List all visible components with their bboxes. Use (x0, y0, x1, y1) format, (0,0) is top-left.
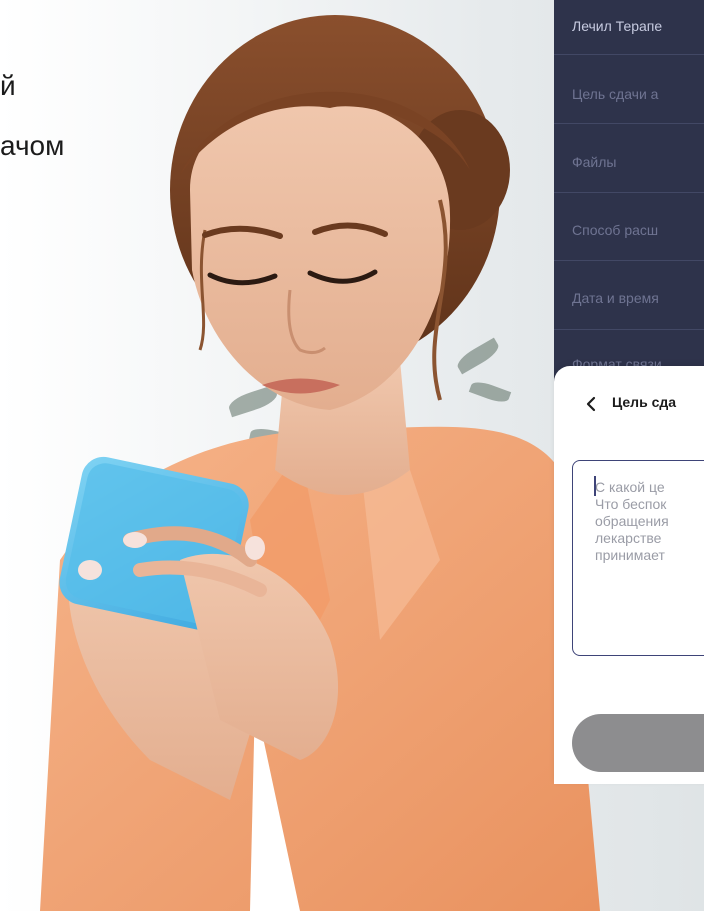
submit-button[interactable] (572, 714, 704, 772)
form-row-decoding-method[interactable]: Способ расш (572, 222, 704, 238)
form-row-date-time[interactable]: Дата и время (572, 290, 704, 306)
divider (554, 192, 704, 193)
purpose-textarea[interactable]: С какой це Что беспок обращения лекарств… (572, 460, 704, 656)
appointment-form-panel: Лечил Терапе Цель сдачи а Файлы Способ р… (554, 0, 704, 386)
purpose-bottom-sheet: Цель сда С какой це Что беспок обращения… (554, 366, 704, 784)
divider (554, 260, 704, 261)
divider (554, 329, 704, 330)
form-row-purpose[interactable]: Цель сдачи а (572, 86, 704, 102)
hero-heading-line: ачом (0, 130, 65, 161)
sheet-title: Цель сда (612, 394, 677, 410)
text-caret (594, 476, 596, 496)
chevron-left-icon[interactable] (584, 392, 598, 416)
form-row-doctor[interactable]: Лечил Терапе (572, 18, 704, 34)
hero-heading-line: й (0, 70, 16, 101)
divider (554, 54, 704, 55)
form-row-files[interactable]: Файлы (572, 154, 704, 170)
divider (554, 123, 704, 124)
promo-banner: й ачом Лечил Терапе Цель сдачи а Файлы С… (0, 0, 704, 911)
